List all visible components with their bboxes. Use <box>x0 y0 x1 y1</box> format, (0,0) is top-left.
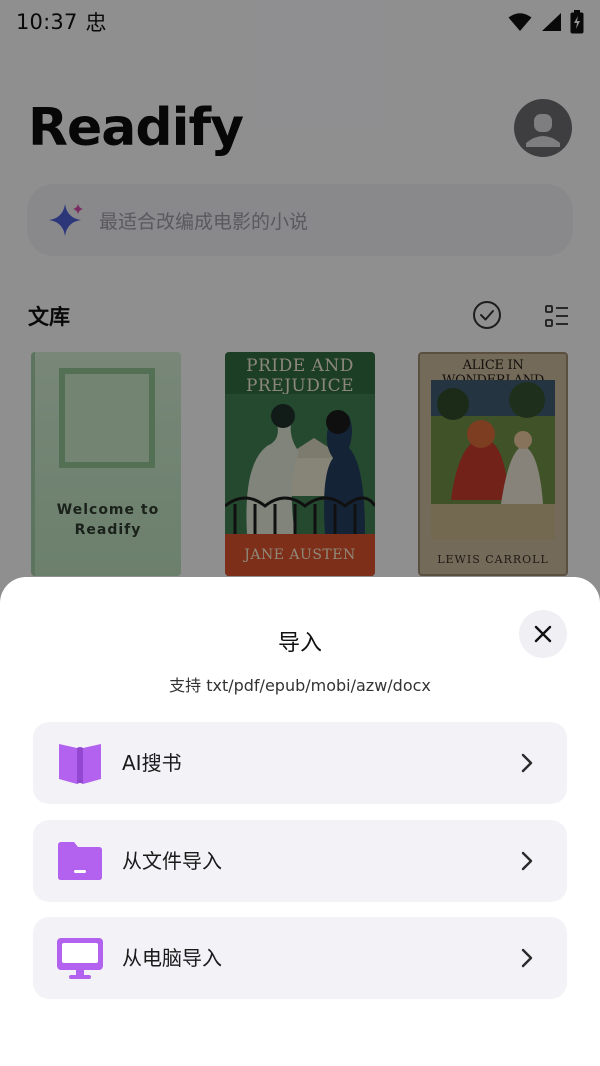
option-import-from-computer[interactable]: 从电脑导入 <box>33 917 567 999</box>
option-ai-search[interactable]: AI搜书 <box>33 722 567 804</box>
close-icon <box>534 625 552 643</box>
chevron-right-icon <box>521 851 533 871</box>
option-label: 从电脑导入 <box>122 946 222 970</box>
close-button[interactable] <box>519 610 567 658</box>
app-screen: 10:37 忠 Readify 最适合改编成电影的小说 文库 Welcome t… <box>0 0 600 1066</box>
book-open-icon <box>59 744 101 784</box>
sheet-title: 导入 <box>277 631 322 656</box>
option-import-from-file[interactable]: 从文件导入 <box>33 820 567 902</box>
chevron-right-icon <box>521 753 533 773</box>
supported-formats: 支持 txt/pdf/epub/mobi/azw/docx <box>169 676 431 695</box>
folder-icon <box>58 842 102 880</box>
option-label: 从文件导入 <box>122 849 222 873</box>
monitor-icon <box>57 938 103 979</box>
chevron-right-icon <box>521 948 533 968</box>
import-bottom-sheet: 导入 支持 txt/pdf/epub/mobi/azw/docx AI搜书 从文… <box>0 577 600 1066</box>
option-label: AI搜书 <box>122 751 182 775</box>
